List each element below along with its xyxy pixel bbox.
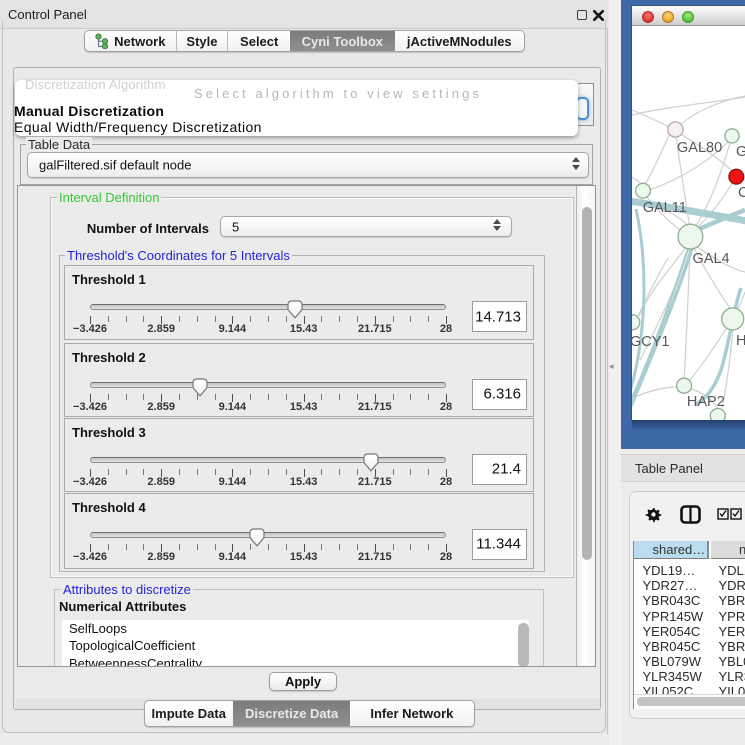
svg-text:GCY1: GCY1	[632, 334, 670, 350]
svg-text:GAL80: GAL80	[677, 140, 722, 156]
svg-text:GAL11: GAL11	[643, 200, 687, 216]
svg-text:HAP2: HAP2	[687, 394, 725, 410]
svg-text:GAL4: GAL4	[693, 251, 730, 267]
svg-text:GA: GA	[736, 144, 745, 160]
svg-text:C: C	[738, 185, 745, 201]
svg-text:H: H	[736, 333, 745, 349]
